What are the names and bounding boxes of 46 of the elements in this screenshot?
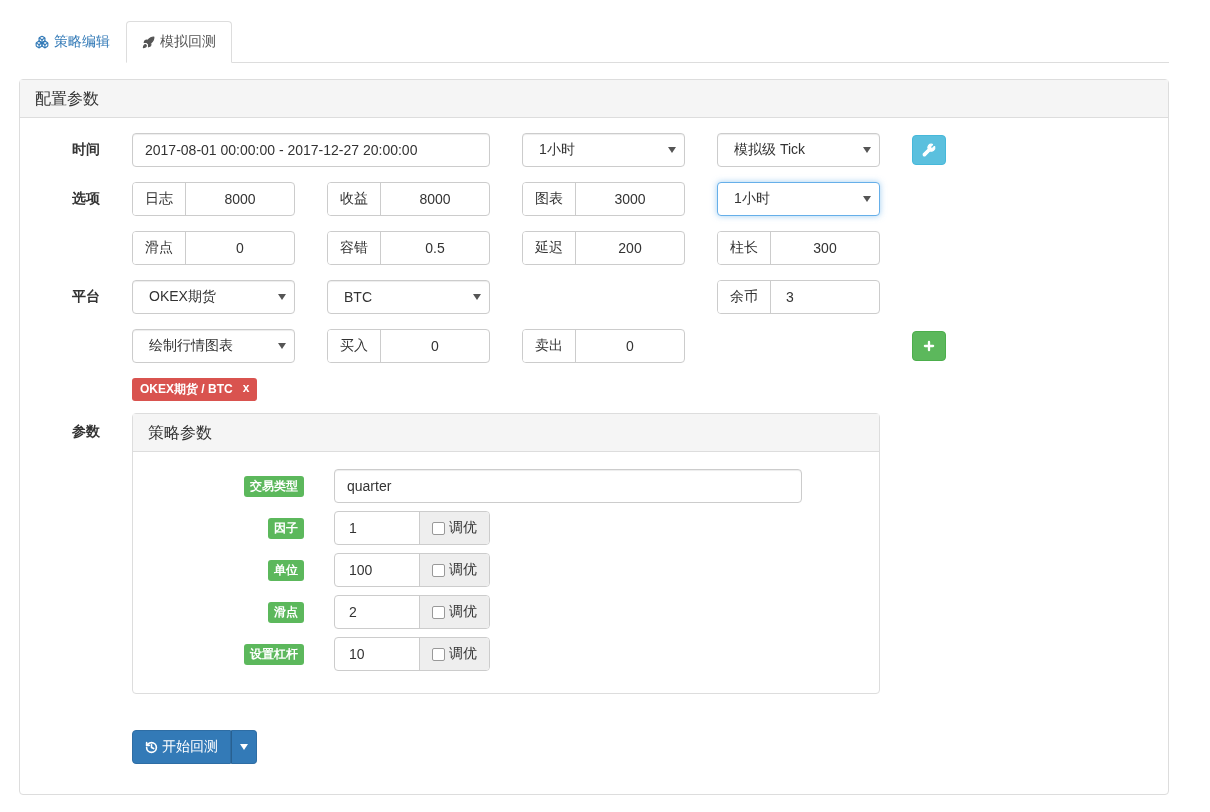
add-button[interactable] [912,331,946,361]
caret-icon [668,147,676,153]
panel-title: 配置参数 [20,80,1168,118]
caret-icon [278,343,286,349]
select-field[interactable]: BTC [327,280,490,314]
select-field[interactable]: 1小时 [717,182,880,216]
caret-icon [863,147,871,153]
panel-title: 策略参数 [133,414,879,452]
rocket-icon [142,35,155,49]
optimize-checkbox[interactable]: 调优 [420,554,489,586]
select-field[interactable]: 模拟级 Tick [717,133,880,167]
caret-icon [278,294,286,300]
start-backtest-button[interactable]: 开始回测 [132,730,231,764]
row-label: 参数 [71,422,100,441]
param-label: 设置杠杆 [244,643,304,665]
param-label: 因子 [268,517,304,539]
text-field[interactable]: quarter [334,469,802,503]
param-label: 交易类型 [244,475,304,497]
exchange-tag: OKEX期货 / BTC x [132,378,258,401]
date-range-field[interactable]: 2017-08-01 00:00:00 - 2017-12-27 20:00:00 [132,133,490,167]
plus-icon [922,339,936,353]
cubes-icon [35,35,49,49]
checkbox-icon[interactable] [432,647,445,661]
dropdown-button[interactable] [231,730,257,764]
optimize-checkbox[interactable]: 调优 [420,638,489,670]
caret-icon [240,744,248,750]
select-field[interactable]: 1小时 [522,133,685,167]
caret-icon [473,294,481,300]
select-field[interactable]: OKEX期货 [132,280,295,314]
wrench-icon [922,143,936,157]
checkbox-icon[interactable] [432,521,445,535]
row-label: 平台 [71,288,100,306]
param-label: 滑点 [268,601,304,623]
history-icon [145,740,158,754]
optimize-checkbox[interactable]: 调优 [420,596,489,628]
checkbox-icon[interactable] [432,563,445,577]
optimize-checkbox[interactable]: 调优 [420,512,489,544]
param-label: 单位 [268,559,304,581]
checkbox-icon[interactable] [432,605,445,619]
tab[interactable]: 模拟回测 [126,21,232,63]
remove-tag-button[interactable]: x [242,381,250,398]
settings-button[interactable] [912,135,946,165]
caret-icon [863,196,871,202]
row-label: 选项 [71,190,100,208]
row-label: 时间 [71,141,100,159]
select-field[interactable]: 绘制行情图表 [132,329,295,363]
